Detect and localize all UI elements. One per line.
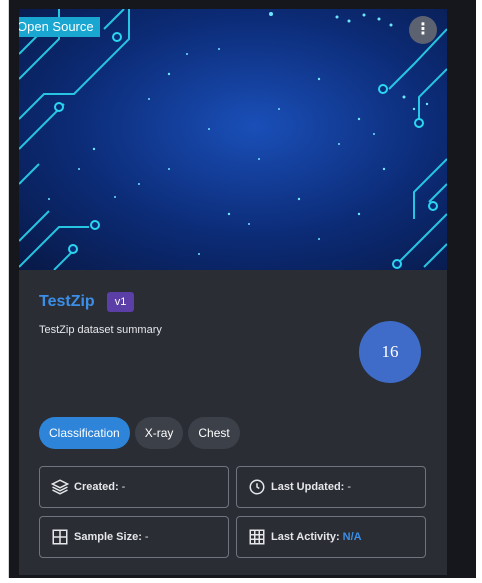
created-value: - (121, 481, 126, 493)
layers-icon (50, 477, 70, 497)
last-updated-info: Last Updated: - (236, 466, 426, 508)
screen: Open Source ⋮ TestZip v1 TestZip dataset… (0, 0, 482, 583)
sample-size-info: Sample Size: - (39, 516, 229, 558)
more-vertical-icon: ⋮ (415, 21, 431, 38)
last-activity-label: Last Activity: (271, 531, 340, 543)
last-updated-label: Last Updated: (271, 481, 345, 493)
grid-icon (247, 527, 267, 547)
more-options-button[interactable]: ⋮ (409, 16, 437, 44)
title-row: TestZip v1 (39, 292, 135, 312)
dataset-summary: TestZip dataset summary (39, 324, 162, 336)
last-updated-value: - (347, 481, 352, 493)
tag-classification[interactable]: Classification (39, 417, 130, 449)
created-label: Created: (74, 481, 119, 493)
tag-chest[interactable]: Chest (188, 417, 240, 449)
open-source-badge: Open Source (19, 17, 100, 37)
dataset-card[interactable]: Open Source ⋮ TestZip v1 TestZip dataset… (19, 9, 447, 575)
tag-xray[interactable]: X-ray (134, 417, 184, 449)
last-activity-value[interactable]: N/A (343, 531, 362, 543)
table-icon (50, 527, 70, 547)
last-activity-info: Last Activity: N/A (236, 516, 426, 558)
card-cover-image: Open Source ⋮ (19, 9, 447, 270)
circuit-background-image (19, 9, 447, 270)
count-badge: 16 (359, 321, 421, 383)
sample-size-label: Sample Size: (74, 531, 142, 543)
created-info: Created: - (39, 466, 229, 508)
sample-size-value: - (144, 531, 149, 543)
dataset-title[interactable]: TestZip (39, 293, 95, 311)
version-badge: v1 (106, 292, 135, 312)
tag-list: Classification X-ray Chest (39, 417, 240, 449)
clock-icon (247, 477, 267, 497)
